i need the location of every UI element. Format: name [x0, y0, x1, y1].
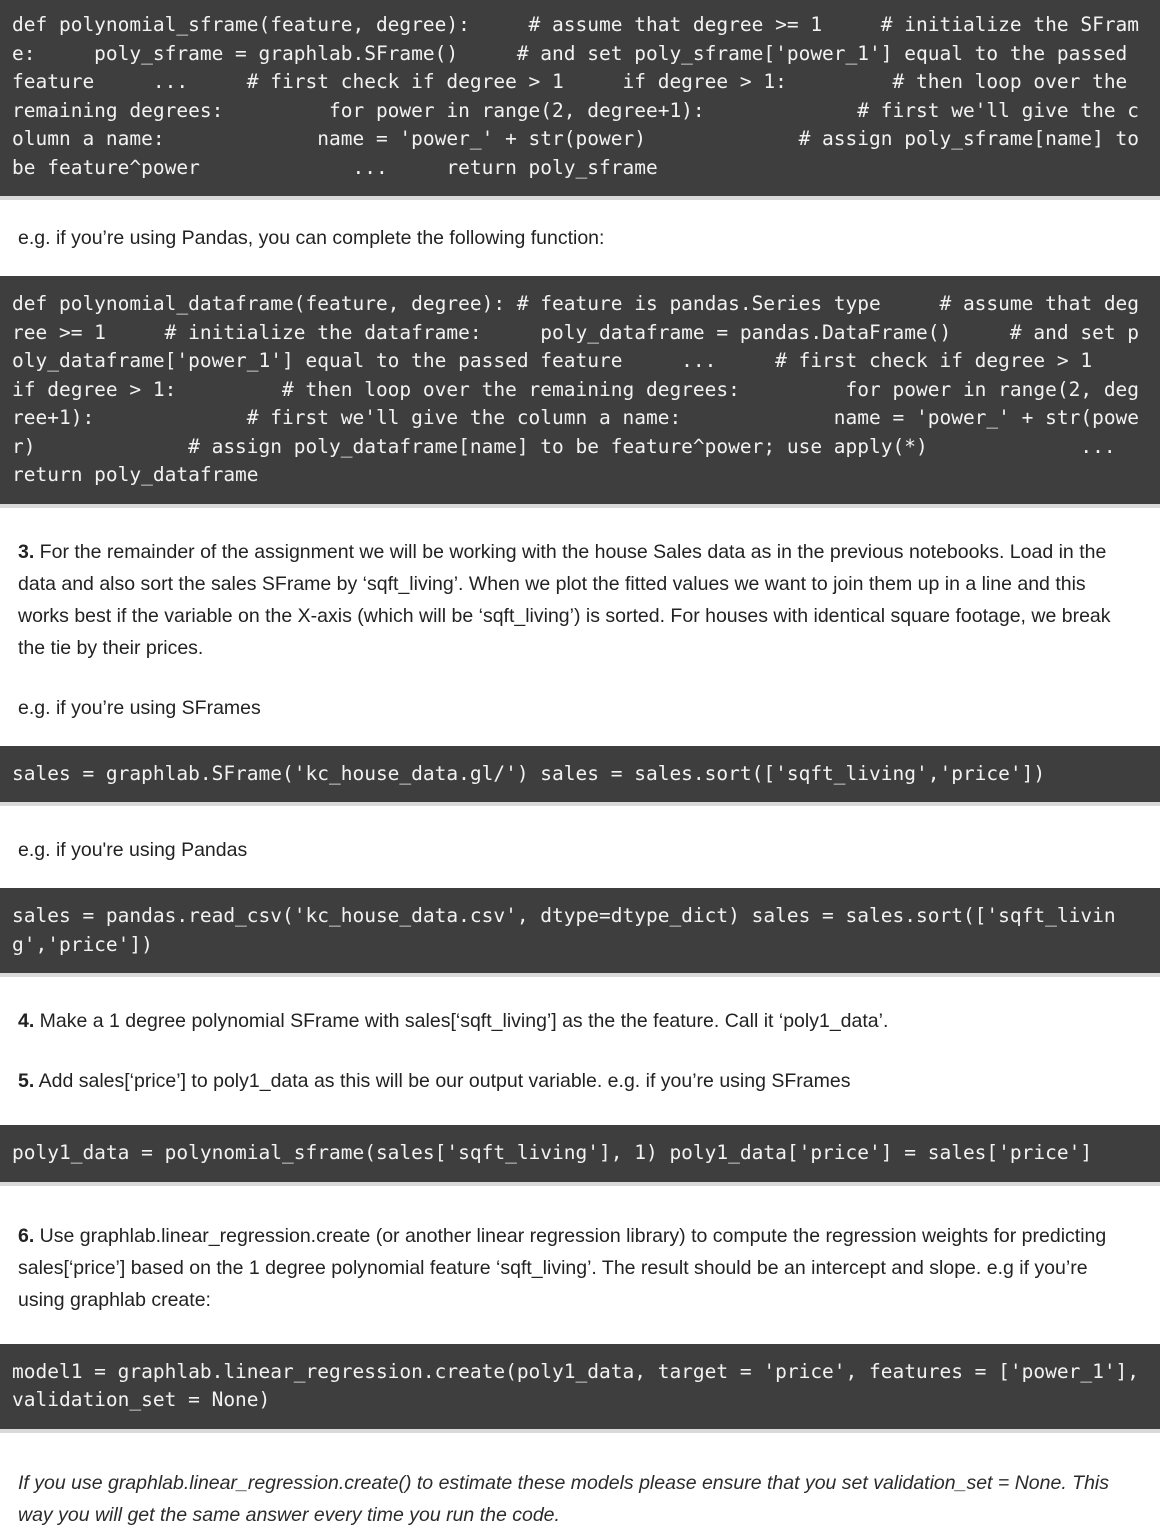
- step-3-number: 3.: [18, 540, 35, 563]
- code-block-polynomial-dataframe: def polynomial_dataframe(feature, degree…: [0, 276, 1160, 508]
- paragraph-validation-note: If you use graphlab.linear_regression.cr…: [18, 1471, 1109, 1526]
- assignment-document: def polynomial_sframe(feature, degree): …: [0, 0, 1160, 1531]
- paragraph-step-6: 6. Use graphlab.linear_regression.create…: [0, 1220, 1160, 1316]
- step-4-number: 4.: [18, 1010, 35, 1032]
- code-block-polynomial-sframe: def polynomial_sframe(feature, degree): …: [0, 0, 1160, 200]
- step-4-text: Make a 1 degree polynomial SFrame with s…: [34, 1010, 889, 1032]
- code-block-sales-sframe: sales = graphlab.SFrame('kc_house_data.g…: [0, 745, 1160, 806]
- step-6-text: Use graphlab.linear_regression.create (o…: [18, 1224, 1107, 1311]
- step-5-number: 5.: [18, 1070, 35, 1092]
- step-5-text: Add sales[‘price’] to poly1_data as this…: [34, 1070, 851, 1092]
- paragraph-step-3: 3. For the remainder of the assignment w…: [0, 536, 1160, 664]
- code-block-model1: model1 = graphlab.linear_regression.crea…: [0, 1343, 1160, 1433]
- paragraph-pandas-intro: e.g. if you’re using Pandas, you can com…: [18, 227, 605, 249]
- code-block-sales-pandas: sales = pandas.read_csv('kc_house_data.c…: [0, 888, 1160, 977]
- step-6-number: 6.: [18, 1224, 35, 1247]
- code-block-poly1-data: poly1_data = polynomial_sframe(sales['sq…: [0, 1125, 1160, 1186]
- paragraph-sframes-intro: e.g. if you’re using SFrames: [18, 696, 261, 719]
- step-3-text: For the remainder of the assignment we w…: [18, 540, 1111, 659]
- paragraph-step-4: 4. Make a 1 degree polynomial SFrame wit…: [0, 1005, 1160, 1037]
- paragraph-pandas-intro-2: e.g. if you're using Pandas: [18, 839, 248, 861]
- paragraph-step-5: 5. Add sales[‘price’] to poly1_data as t…: [0, 1065, 1160, 1097]
